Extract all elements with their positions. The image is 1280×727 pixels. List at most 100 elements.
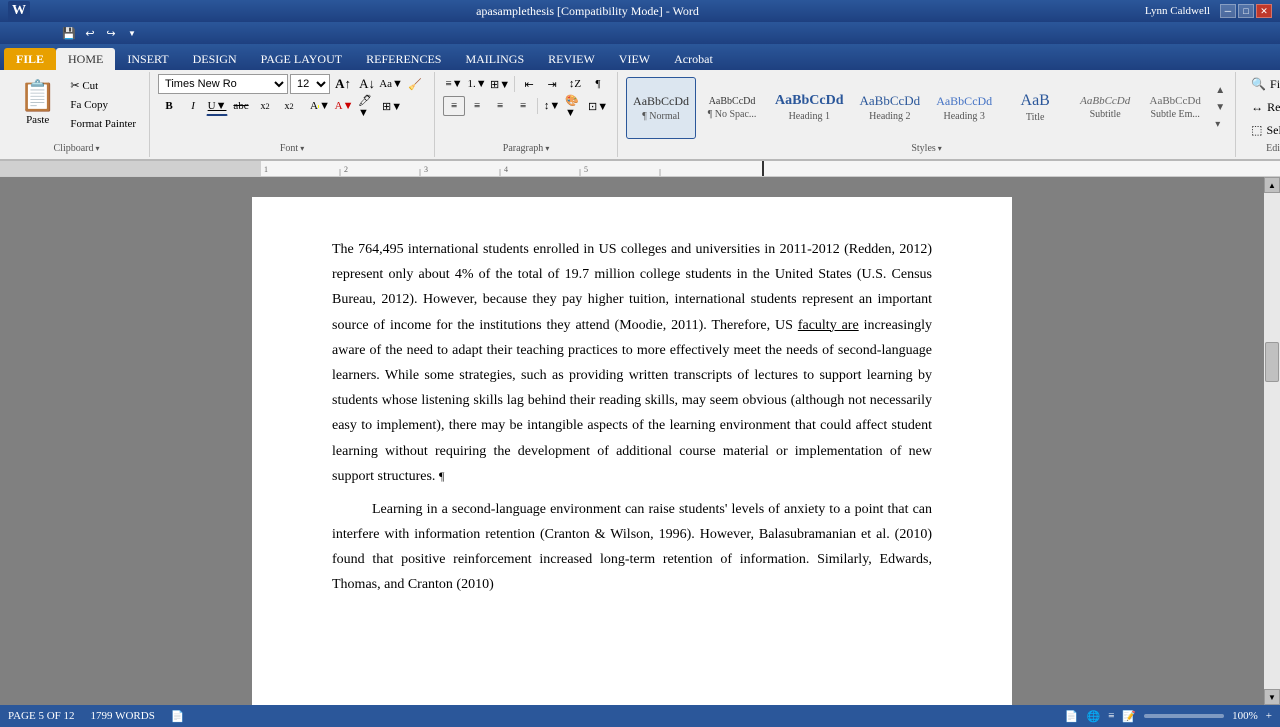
format-painter-button[interactable]: Format Painter bbox=[65, 115, 141, 133]
decrease-indent-btn[interactable]: ⇤ bbox=[518, 74, 540, 94]
copy-button[interactable]: Fa Copy bbox=[65, 96, 141, 114]
sort-btn[interactable]: ↕Z bbox=[564, 74, 586, 94]
styles-expand-btn[interactable]: ▾ bbox=[938, 144, 942, 153]
clear-formatting-btn[interactable]: 🧹 bbox=[404, 74, 426, 94]
select-btn[interactable]: ⬚ Select ▼ bbox=[1244, 120, 1280, 141]
style-subtle-em[interactable]: AaBbCcDd Subtle Em... bbox=[1141, 77, 1209, 139]
scroll-thumb[interactable] bbox=[1265, 342, 1279, 382]
restore-btn[interactable]: □ bbox=[1238, 4, 1254, 18]
align-right-btn[interactable]: ≡ bbox=[489, 96, 511, 116]
vertical-scrollbar[interactable]: ▲ ▼ bbox=[1264, 177, 1280, 705]
zoom-in-btn[interactable]: + bbox=[1266, 710, 1272, 722]
title-bar: W apasamplethesis [Compatibility Mode] -… bbox=[0, 0, 1280, 22]
ruler-left-margin bbox=[0, 161, 260, 176]
shading-para-btn[interactable]: 🎨▼ bbox=[564, 96, 586, 116]
grow-font-btn[interactable]: A↑ bbox=[332, 74, 354, 94]
tab-insert[interactable]: INSERT bbox=[115, 48, 180, 70]
border-btn[interactable]: ⊞▼ bbox=[381, 96, 403, 116]
paste-button[interactable]: 📋 Paste bbox=[12, 74, 63, 141]
font-size-select[interactable]: 12 bbox=[290, 74, 330, 94]
scroll-down-btn[interactable]: ▼ bbox=[1264, 689, 1280, 705]
view-print-btn[interactable]: 📄 bbox=[1065, 710, 1079, 723]
scroll-up-btn[interactable]: ▲ bbox=[1264, 177, 1280, 193]
close-btn[interactable]: ✕ bbox=[1256, 4, 1272, 18]
style-heading3[interactable]: AaBbCcDd Heading 3 bbox=[929, 77, 999, 139]
save-quick-btn[interactable]: 💾 bbox=[60, 24, 78, 42]
style-title-label: Title bbox=[1026, 112, 1045, 123]
styles-label: Styles ▾ bbox=[626, 141, 1227, 155]
clipboard-small-buttons: ✂ Cut Fa Copy Format Painter bbox=[65, 74, 141, 141]
change-case-btn[interactable]: Aa▼ bbox=[380, 74, 402, 94]
justify-btn[interactable]: ≡ bbox=[512, 96, 534, 116]
shading-btn[interactable]: 🖊▼ bbox=[357, 96, 379, 116]
view-web-btn[interactable]: 🌐 bbox=[1086, 710, 1100, 723]
tab-home[interactable]: HOME bbox=[56, 48, 115, 70]
show-hide-btn[interactable]: ¶ bbox=[587, 74, 609, 94]
style-normal[interactable]: AaBbCcDd ¶ Normal bbox=[626, 77, 696, 139]
quick-access-toolbar: 💾 ↩ ↪ ▼ bbox=[0, 22, 1280, 44]
tab-view[interactable]: VIEW bbox=[607, 48, 662, 70]
multilevel-btn[interactable]: ⊞▼ bbox=[489, 74, 511, 94]
underline-btn[interactable]: U▼ bbox=[206, 96, 228, 116]
paste-label: Paste bbox=[26, 114, 49, 126]
find-btn[interactable]: 🔍 Find ▼ bbox=[1244, 74, 1280, 95]
italic-btn[interactable]: I bbox=[182, 96, 204, 116]
scroll-track[interactable] bbox=[1264, 193, 1280, 689]
layout-icon[interactable]: 📄 bbox=[171, 710, 185, 723]
style-subtitle-preview: AaBbCcDd bbox=[1080, 95, 1130, 107]
font-color-btn[interactable]: A▼ bbox=[333, 96, 355, 116]
style-normal-preview: AaBbCcDd bbox=[633, 94, 689, 109]
view-outline-btn[interactable]: ≡ bbox=[1108, 710, 1114, 722]
style-title[interactable]: AaB Title bbox=[1001, 77, 1069, 139]
zoom-level: 100% bbox=[1232, 710, 1258, 722]
border-para-btn[interactable]: ⊡▼ bbox=[587, 96, 609, 116]
tab-page-layout[interactable]: PAGE LAYOUT bbox=[249, 48, 354, 70]
superscript-btn[interactable]: x2 bbox=[278, 96, 300, 116]
zoom-slider[interactable] bbox=[1144, 714, 1224, 718]
style-subtitle[interactable]: AaBbCcDd Subtitle bbox=[1071, 77, 1139, 139]
tab-review[interactable]: REVIEW bbox=[536, 48, 607, 70]
undo-btn[interactable]: ↩ bbox=[81, 24, 99, 42]
bullets-btn[interactable]: ≡▼ bbox=[443, 74, 465, 94]
text-highlight-btn[interactable]: A▼ bbox=[309, 96, 331, 116]
cut-button[interactable]: ✂ Cut bbox=[65, 76, 141, 95]
tab-acrobat[interactable]: Acrobat bbox=[662, 48, 725, 70]
style-heading1[interactable]: AaBbCcDd Heading 1 bbox=[768, 77, 850, 139]
styles-expand[interactable]: ▾ bbox=[1213, 117, 1227, 132]
document-scroll[interactable]: The 764,495 international students enrol… bbox=[0, 177, 1264, 705]
font-expand[interactable]: ▾ bbox=[300, 144, 304, 153]
quick-access-dropdown[interactable]: ▼ bbox=[123, 24, 141, 42]
increase-indent-btn[interactable]: ⇥ bbox=[541, 74, 563, 94]
style-no-spacing[interactable]: AaBbCcDd ¶ No Spac... bbox=[698, 77, 766, 139]
redo-btn[interactable]: ↪ bbox=[102, 24, 120, 42]
subscript-btn[interactable]: x2 bbox=[254, 96, 276, 116]
font-name-select[interactable]: Times New Ro bbox=[158, 74, 288, 94]
replace-btn[interactable]: ↔ Replace bbox=[1244, 97, 1280, 118]
tab-design[interactable]: DESIGN bbox=[181, 48, 249, 70]
bold-btn[interactable]: B bbox=[158, 96, 180, 116]
tab-references[interactable]: REFERENCES bbox=[354, 48, 453, 70]
numbering-btn[interactable]: 1.▼ bbox=[466, 74, 488, 94]
paragraph-1: The 764,495 international students enrol… bbox=[332, 237, 932, 489]
styles-scroll-down[interactable]: ▼ bbox=[1213, 100, 1227, 115]
paragraph-expand[interactable]: ▾ bbox=[545, 144, 549, 153]
style-heading2[interactable]: AaBbCcDd Heading 2 bbox=[853, 77, 928, 139]
style-h2-label: Heading 2 bbox=[869, 111, 910, 122]
line-spacing-btn[interactable]: ↕▼ bbox=[541, 96, 563, 116]
tab-mailings[interactable]: MAILINGS bbox=[453, 48, 536, 70]
ribbon-tabs: FILE HOME INSERT DESIGN PAGE LAYOUT REFE… bbox=[0, 44, 1280, 70]
shrink-font-btn[interactable]: A↓ bbox=[356, 74, 378, 94]
styles-scroll-up[interactable]: ▲ bbox=[1213, 83, 1227, 98]
strikethrough-btn[interactable]: abc bbox=[230, 96, 252, 116]
underline-span: faculty are bbox=[798, 318, 859, 333]
clipboard-expand[interactable]: ▾ bbox=[96, 144, 100, 153]
view-draft-btn[interactable]: 📝 bbox=[1122, 710, 1136, 723]
minimize-btn[interactable]: ─ bbox=[1220, 4, 1236, 18]
align-left-btn[interactable]: ≡ bbox=[443, 96, 465, 116]
tab-file[interactable]: FILE bbox=[4, 48, 56, 70]
style-h1-preview: AaBbCcDd bbox=[775, 93, 843, 109]
align-center-btn[interactable]: ≡ bbox=[466, 96, 488, 116]
title-text: apasamplethesis [Compatibility Mode] - W… bbox=[30, 4, 1145, 19]
document-page: The 764,495 international students enrol… bbox=[252, 197, 1012, 705]
editing-label: Editing Editing bbox=[1244, 141, 1280, 155]
